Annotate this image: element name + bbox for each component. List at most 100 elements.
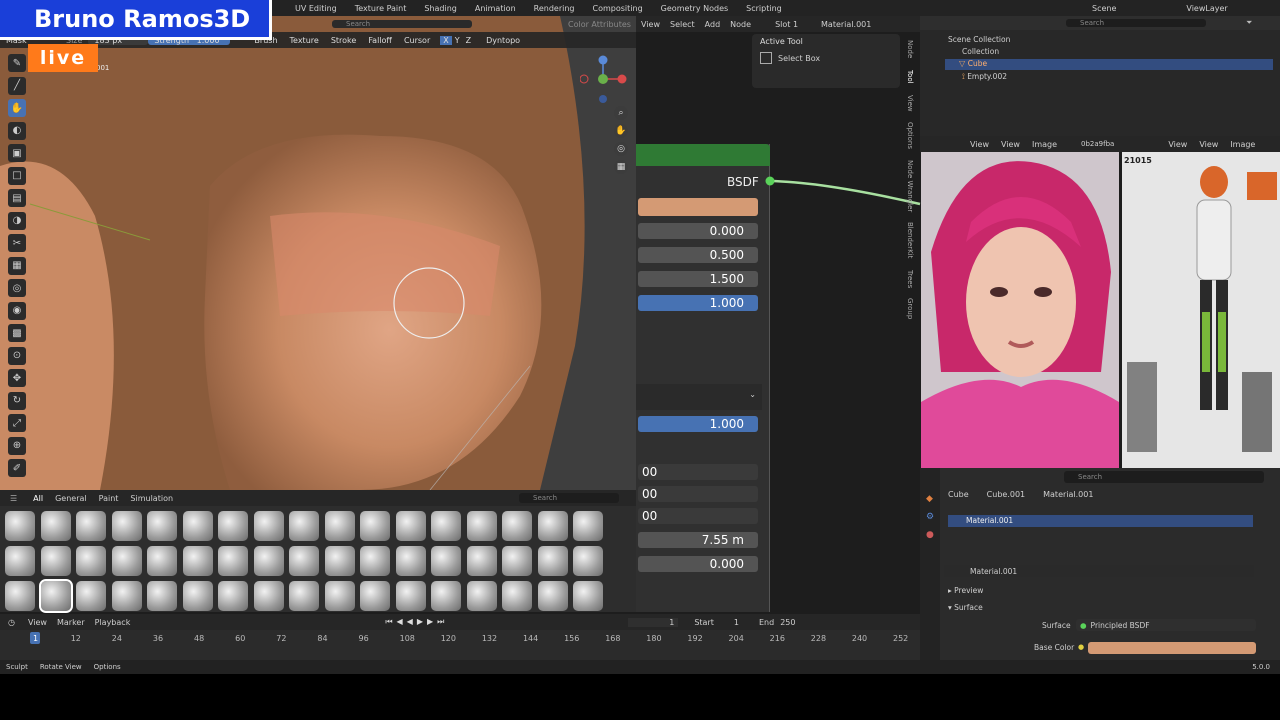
scale-icon[interactable]: ⤢ — [8, 414, 26, 432]
end-field[interactable]: 250 — [780, 618, 795, 627]
cursor-menu[interactable]: Cursor — [398, 36, 436, 45]
brush-thumbnail[interactable] — [395, 546, 426, 576]
image-view-menu-3[interactable]: View — [1162, 140, 1193, 149]
brush-thumbnail[interactable] — [5, 546, 35, 576]
node-field-2[interactable]: 0.500 — [638, 247, 758, 263]
annotate-icon[interactable]: ✐ — [8, 459, 26, 477]
tool-tab-icon[interactable]: ◆ — [926, 494, 940, 504]
cloth-filter-icon[interactable]: ◎ — [8, 279, 26, 297]
node-field-7[interactable]: 00 — [638, 486, 758, 502]
brush-thumbnail[interactable] — [76, 546, 106, 576]
brush-thumbnail[interactable] — [537, 511, 568, 541]
brush-thumbnail[interactable] — [76, 581, 106, 611]
symmetry-z[interactable]: Z — [463, 36, 474, 45]
timeline-playback-menu[interactable]: Playback — [90, 618, 136, 627]
tab-general[interactable]: General — [49, 494, 93, 503]
color-filter-icon[interactable]: ◉ — [8, 301, 26, 320]
bsdf-node-header[interactable] — [636, 144, 770, 166]
mask-by-color-icon[interactable]: ⊙ — [8, 346, 26, 365]
outliner-row-collection[interactable]: Collection — [948, 47, 1010, 59]
base-color-swatch[interactable] — [638, 198, 758, 216]
texture-menu[interactable]: Texture — [284, 36, 325, 45]
axis-gizmo[interactable] — [580, 52, 630, 107]
mesh-filter-icon[interactable]: ▦ — [8, 256, 26, 275]
edit-face-set-icon[interactable]: ▩ — [8, 324, 26, 342]
start-field[interactable]: 1 — [734, 618, 739, 627]
asset-search-input[interactable]: Search — [519, 493, 620, 503]
render-tab-icon[interactable]: ⚙ — [926, 512, 940, 522]
brush-thumbnail[interactable] — [76, 511, 106, 541]
material-selector[interactable]: Material.001 — [817, 20, 875, 29]
brush-thumbnail[interactable] — [466, 511, 497, 541]
brush-thumbnail[interactable] — [289, 546, 319, 576]
brush-thumbnail[interactable] — [147, 511, 177, 541]
material-slot-item[interactable]: Material.001 — [948, 515, 1253, 527]
brush-thumbnail[interactable] — [502, 581, 532, 611]
node-field-1[interactable]: 0.000 — [638, 223, 758, 239]
slot-selector[interactable]: Slot 1 — [770, 20, 803, 29]
brush-thumbnail[interactable] — [218, 581, 248, 611]
node-add-menu[interactable]: Add — [700, 20, 726, 29]
brush-thumbnail[interactable] — [182, 546, 213, 576]
dyntopo-toggle[interactable]: Dyntopo — [480, 36, 526, 45]
tab-compositing[interactable]: Compositing — [584, 4, 652, 13]
tab-animation[interactable]: Animation — [466, 4, 525, 13]
box-hide-icon[interactable]: □ — [8, 166, 26, 185]
outliner-row-cube[interactable]: ▽ Cube — [945, 59, 1273, 70]
tab-rendering[interactable]: Rendering — [525, 4, 584, 13]
properties-search[interactable]: Search — [1064, 471, 1264, 483]
brush-thumbnail[interactable] — [253, 546, 284, 576]
stroke-menu[interactable]: Stroke — [325, 36, 363, 45]
brush-thumbnail[interactable] — [324, 546, 355, 576]
brush-thumbnail[interactable] — [289, 581, 319, 611]
box-mask-icon[interactable]: ▣ — [8, 144, 26, 162]
image-menu[interactable]: Image — [1026, 140, 1063, 149]
draw-brush-icon[interactable]: ✎ — [8, 54, 26, 72]
grid-icon[interactable]: ▦ — [614, 160, 628, 174]
sculpt-viewport[interactable] — [0, 16, 636, 490]
rotate-icon[interactable]: ↻ — [8, 391, 26, 410]
base-color-field[interactable] — [1088, 642, 1256, 654]
surface-panel-header[interactable]: ▾ Surface — [948, 603, 983, 612]
node-field-5[interactable]: 1.000 — [638, 416, 758, 432]
brush-thumbnail[interactable] — [289, 511, 319, 541]
playback-controls[interactable]: ⏮◀◀▶▶⏭ — [385, 617, 448, 627]
node-field-9[interactable]: 0.000 — [638, 556, 758, 572]
mask-brush-icon[interactable]: ✋ — [8, 99, 26, 117]
tab-options[interactable]: Options — [906, 122, 914, 149]
distance-field[interactable]: 7.55 m — [638, 532, 758, 548]
image-menu-2[interactable]: Image — [1224, 140, 1261, 149]
symmetry-y[interactable]: Y — [452, 36, 463, 45]
brush-thumbnail[interactable] — [431, 511, 461, 541]
timeline-marker-menu[interactable]: Marker — [52, 618, 90, 627]
node-field-6[interactable]: 00 — [638, 464, 758, 480]
move-icon[interactable]: ✥ — [8, 369, 26, 387]
node-node-menu[interactable]: Node — [725, 20, 756, 29]
tab-view[interactable]: View — [906, 95, 914, 112]
brush-thumbnail[interactable] — [111, 546, 142, 576]
node-field-4[interactable]: 1.000 — [638, 295, 758, 311]
brush-thumbnail[interactable] — [40, 511, 71, 541]
brush-thumbnail[interactable] — [573, 546, 603, 576]
brush-thumbnail[interactable] — [395, 581, 426, 611]
camera-icon[interactable]: ◎ — [614, 142, 628, 156]
box-face-set-icon[interactable]: ▤ — [8, 189, 26, 207]
brush-thumbnail[interactable] — [324, 581, 355, 611]
brush-thumbnail[interactable] — [40, 546, 71, 576]
brush-thumbnail[interactable] — [537, 546, 568, 576]
node-field-8[interactable]: 00 — [638, 508, 758, 524]
brush-thumbnail[interactable] — [147, 581, 177, 611]
surface-shader-field[interactable]: ● Principled BSDF — [1076, 619, 1256, 631]
search-input[interactable]: Search — [332, 20, 472, 28]
select-box-icon[interactable] — [760, 52, 772, 64]
current-frame-field[interactable]: 1 — [628, 617, 679, 627]
menu-icon[interactable]: ☰ — [0, 494, 27, 503]
image-view-menu-4[interactable]: View — [1193, 140, 1224, 149]
pan-hand-icon[interactable]: ✋ — [614, 124, 628, 138]
tab-node[interactable]: Node — [906, 40, 914, 58]
brush-thumbnail[interactable] — [573, 581, 603, 611]
node-field-3[interactable]: 1.500 — [638, 271, 758, 287]
brush-thumbnail[interactable] — [360, 581, 390, 611]
paint-brush-icon[interactable]: ◐ — [8, 121, 26, 140]
falloff-menu[interactable]: Falloff — [362, 36, 398, 45]
